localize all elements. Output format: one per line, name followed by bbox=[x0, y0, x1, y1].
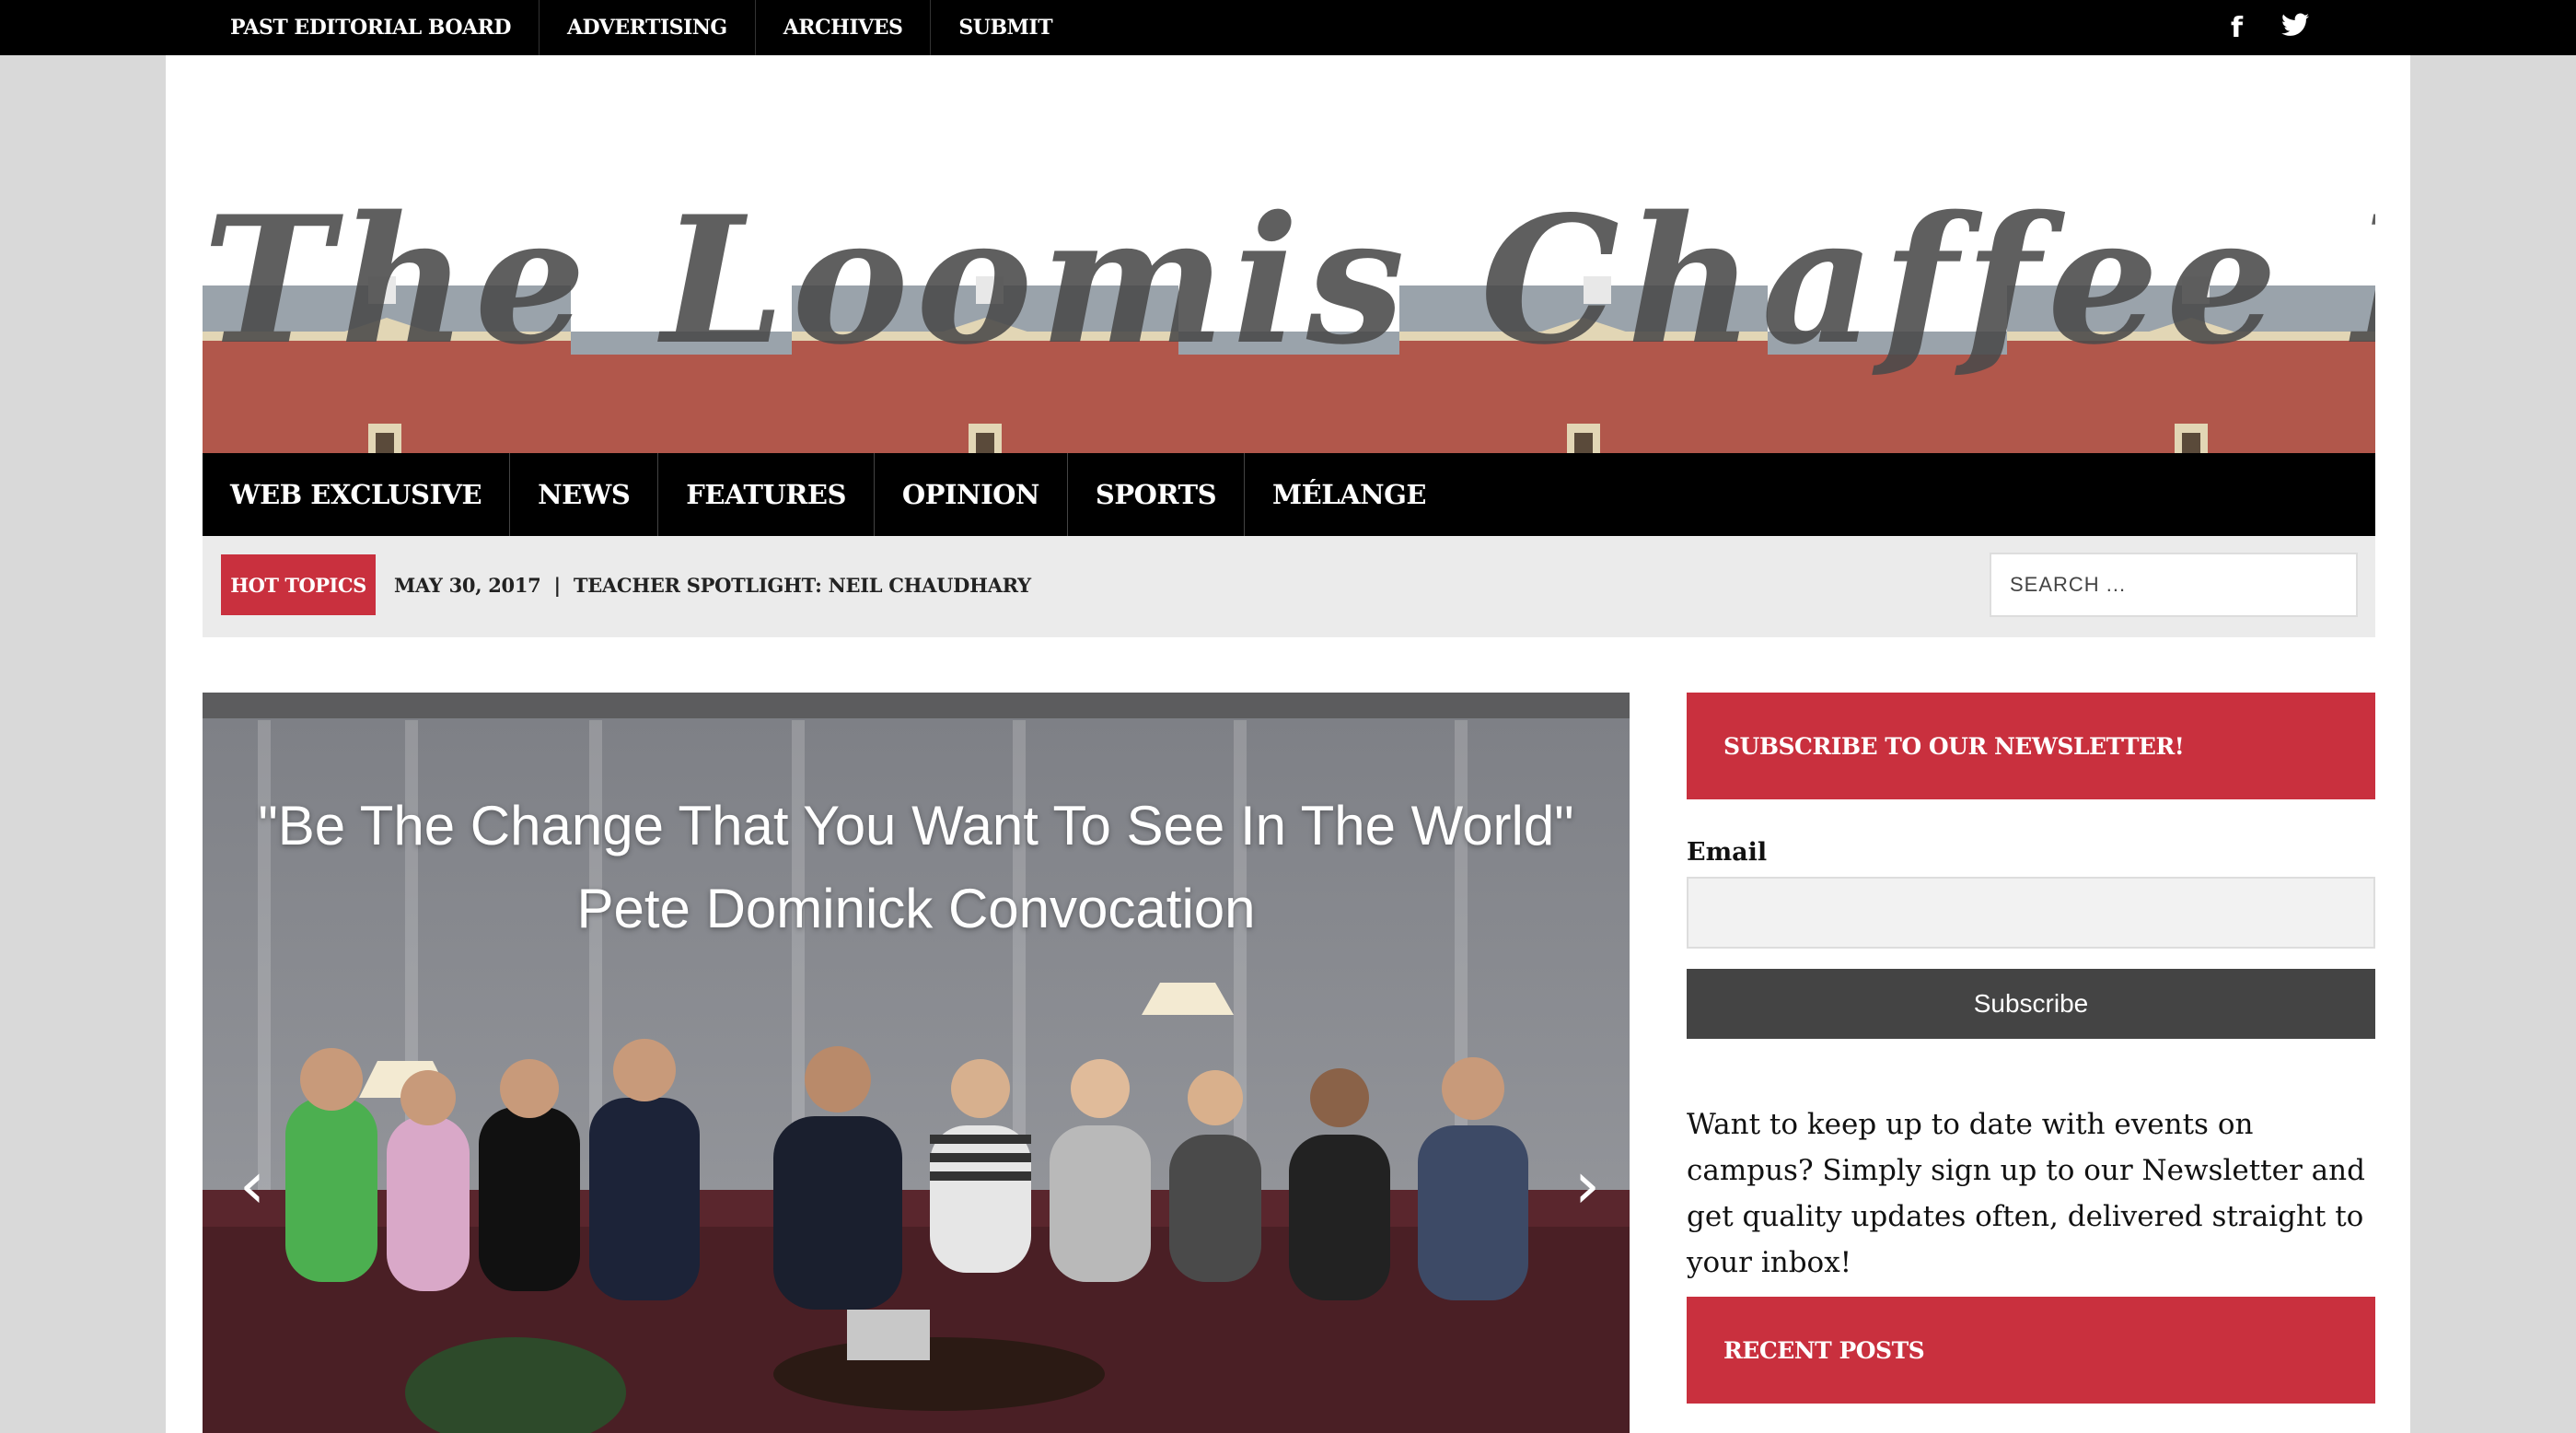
main-nav: WEB EXCLUSIVE NEWS FEATURES OPINION SPOR… bbox=[203, 453, 2375, 536]
top-nav-advertising[interactable]: ADVERTISING bbox=[540, 0, 756, 55]
social-links: f bbox=[2231, 0, 2309, 55]
search-input[interactable]: SEARCH ... bbox=[1990, 553, 2358, 617]
facebook-icon[interactable]: f bbox=[2231, 12, 2243, 44]
nav-melange[interactable]: MÉLANGE bbox=[1245, 453, 1454, 536]
nav-opinion[interactable]: OPINION bbox=[875, 453, 1068, 536]
hot-topics-link[interactable]: MAY 30, 2017 | TEACHER SPOTLIGHT: NEIL C… bbox=[394, 554, 1031, 615]
email-label: Email bbox=[1687, 838, 1768, 867]
nav-web-exclusive[interactable]: WEB EXCLUSIVE bbox=[203, 453, 511, 536]
recent-posts-heading: RECENT POSTS bbox=[1687, 1297, 2375, 1404]
slider-prev-icon[interactable]: ‹ bbox=[239, 1153, 265, 1217]
top-bar: PAST EDITORIAL BOARD ADVERTISING ARCHIVE… bbox=[0, 0, 2576, 55]
top-nav-submit[interactable]: SUBMIT bbox=[931, 0, 1080, 55]
top-nav-archives[interactable]: ARCHIVES bbox=[756, 0, 932, 55]
newsletter-promo-text: Want to keep up to date with events on c… bbox=[1687, 1108, 2365, 1279]
slider-next-icon[interactable]: › bbox=[1574, 1153, 1600, 1217]
top-nav: PAST EDITORIAL BOARD ADVERTISING ARCHIVE… bbox=[203, 0, 1080, 55]
subscribe-button[interactable]: Subscribe bbox=[1687, 969, 2375, 1039]
page-container: The Loomis Chaffee Log WEB EXCLUSIVE NEW… bbox=[166, 55, 2410, 1433]
twitter-icon[interactable] bbox=[2281, 12, 2309, 44]
slide-title[interactable]: "Be The Change That You Want To See In T… bbox=[239, 785, 1593, 950]
masthead-banner[interactable]: The Loomis Chaffee Log bbox=[203, 147, 2375, 472]
email-field[interactable] bbox=[1687, 877, 2375, 949]
hot-topics-badge: HOT TOPICS bbox=[221, 554, 376, 615]
nav-features[interactable]: FEATURES bbox=[658, 453, 875, 536]
featured-slider[interactable]: "Be The Change That You Want To See In T… bbox=[203, 693, 1630, 1433]
top-nav-past-editorial-board[interactable]: PAST EDITORIAL BOARD bbox=[203, 0, 540, 55]
newsletter-heading: SUBSCRIBE TO OUR NEWSLETTER! bbox=[1687, 693, 2375, 799]
nav-sports[interactable]: SPORTS bbox=[1068, 453, 1246, 536]
nav-news[interactable]: NEWS bbox=[510, 453, 659, 536]
masthead-title: The Loomis Chaffee Log bbox=[203, 178, 2375, 383]
